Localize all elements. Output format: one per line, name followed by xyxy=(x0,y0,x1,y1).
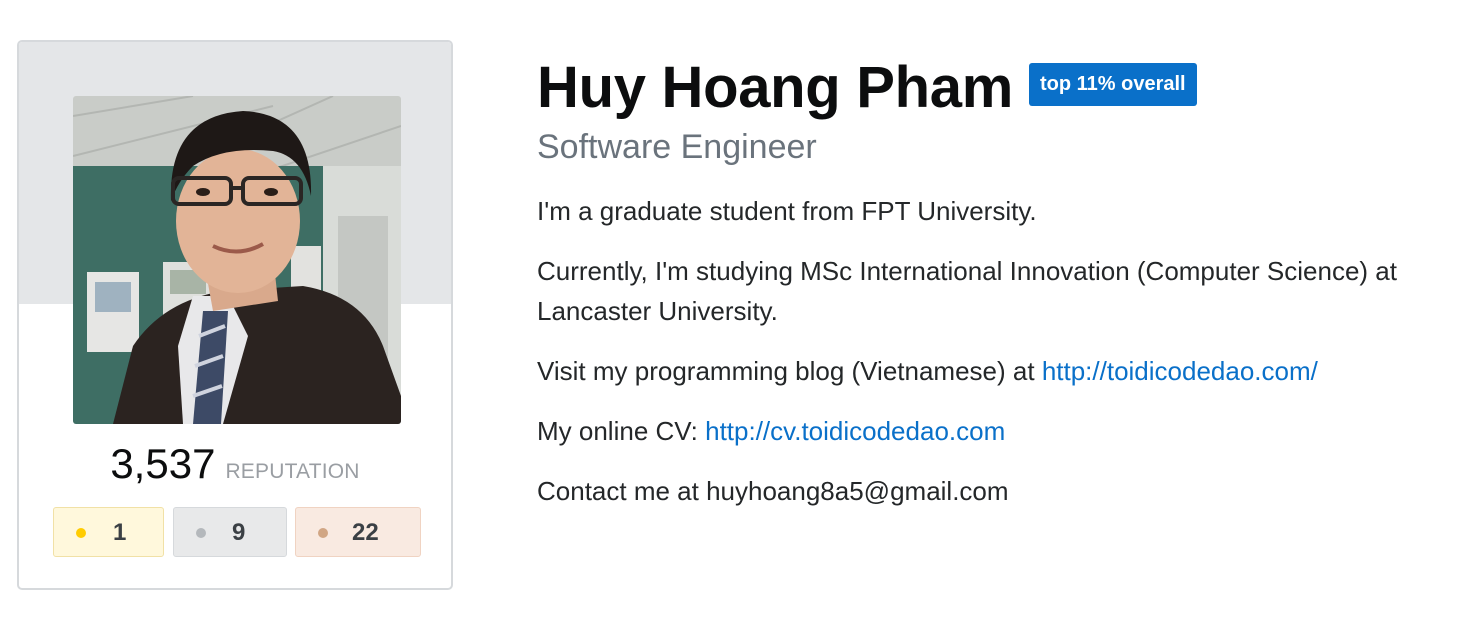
cv-link[interactable]: http://cv.toidicodedao.com xyxy=(705,416,1005,446)
about-me: I'm a graduate student from FPT Universi… xyxy=(537,191,1447,511)
name-row: Huy Hoang Pham top 11% overall xyxy=(537,55,1447,125)
user-name: Huy Hoang Pham xyxy=(537,55,1013,120)
reputation-label: REPUTATION xyxy=(225,460,360,483)
bio-line-studies: Currently, I'm studying MSc Internationa… xyxy=(537,256,1397,326)
reputation: 3,537 REPUTATION xyxy=(19,440,451,488)
gold-badge-count: 1 xyxy=(113,519,127,546)
bronze-badge-count: 22 xyxy=(352,519,379,546)
gold-dot-icon xyxy=(76,528,86,538)
user-card: 3,537 REPUTATION 1 9 22 xyxy=(17,40,453,590)
blog-link[interactable]: http://toidicodedao.com/ xyxy=(1042,356,1318,386)
silver-dot-icon xyxy=(196,528,206,538)
cv-prefix: My online CV: xyxy=(537,416,706,446)
profile-page: 3,537 REPUTATION 1 9 22 Huy Hoang Pham top… xyxy=(0,0,1458,622)
silver-badge[interactable]: 9 xyxy=(173,507,287,557)
job-title: Software Engineer xyxy=(537,128,817,166)
rank-badge[interactable]: top 11% overall xyxy=(1028,63,1197,106)
bio-line-education: I'm a graduate student from FPT Universi… xyxy=(537,196,1037,226)
silver-badge-count: 9 xyxy=(232,519,246,546)
bio-line-contact: Contact me at huyhoang8a5@gmail.com xyxy=(537,476,1009,506)
bio-line-cv: My online CV: http://cv.toidicodedao.com xyxy=(537,411,1447,451)
reputation-value: 3,537 xyxy=(110,440,216,487)
bio-line-blog: Visit my programming blog (Vietnamese) a… xyxy=(537,351,1447,391)
profile-details: Huy Hoang Pham top 11% overall Software E… xyxy=(537,55,1447,531)
bronze-badge[interactable]: 22 xyxy=(295,507,421,557)
avatar[interactable] xyxy=(73,96,401,424)
bronze-dot-icon xyxy=(318,528,328,538)
blog-prefix: Visit my programming blog (Vietnamese) a… xyxy=(537,356,1042,386)
badge-counts: 1 9 22 xyxy=(53,507,421,559)
gold-badge[interactable]: 1 xyxy=(53,507,164,557)
